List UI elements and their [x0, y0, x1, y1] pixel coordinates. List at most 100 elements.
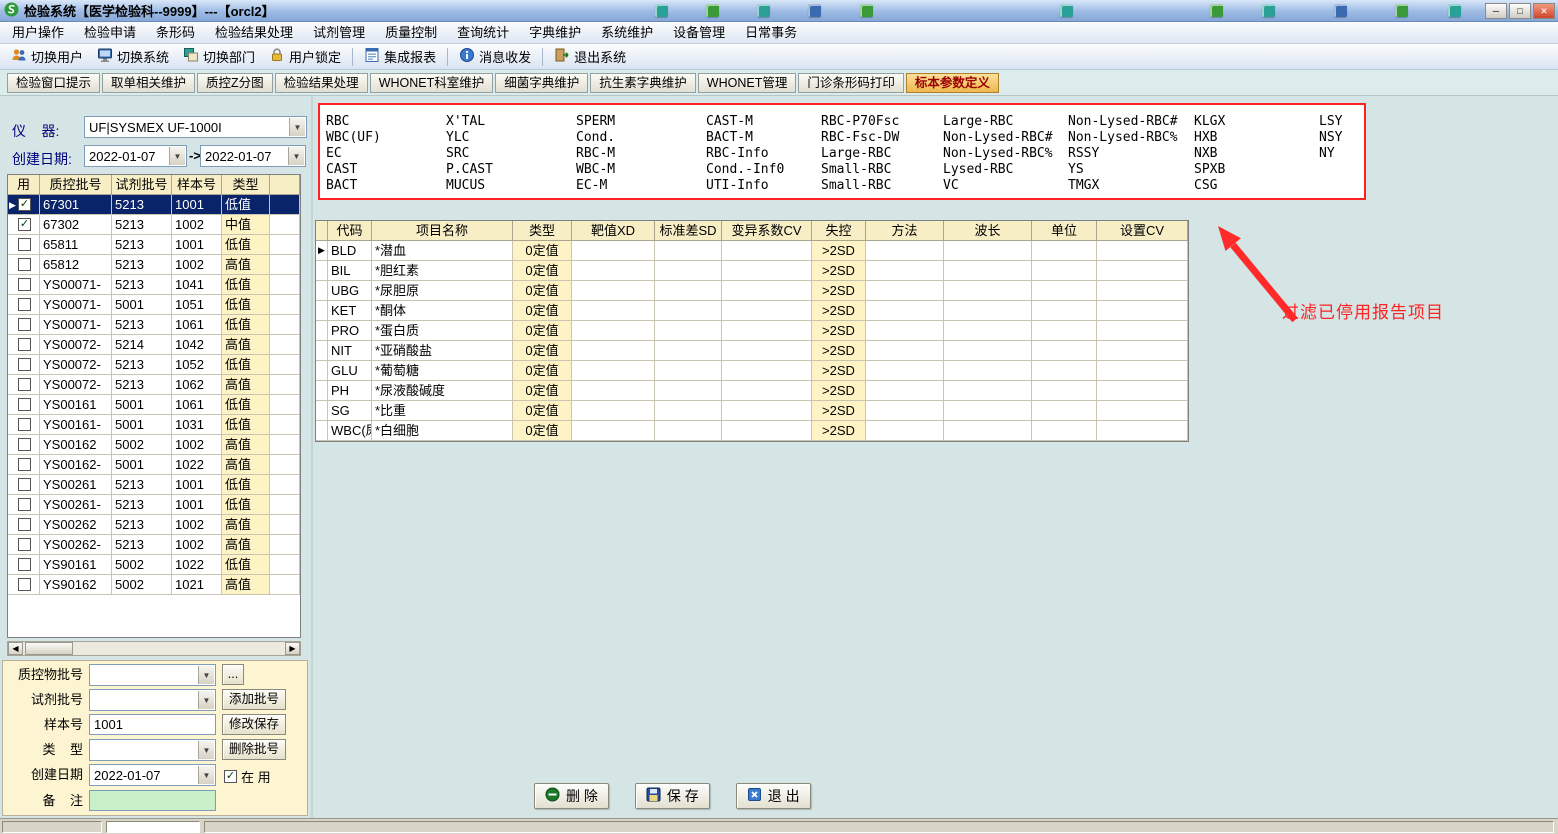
table-row[interactable]: YS00072- 5213 1062 高值	[8, 375, 300, 395]
toolbar-button[interactable]: 消息收发	[452, 46, 538, 68]
table-row[interactable]: YS00162 5002 1002 高值	[8, 435, 300, 455]
close-button[interactable]: ✕	[1533, 3, 1555, 19]
toolbar-button[interactable]: 切换用户	[4, 46, 90, 68]
use-checkbox[interactable]	[18, 318, 31, 331]
use-checkbox[interactable]: ✓	[18, 198, 31, 211]
tab-active[interactable]: 标本参数定义	[905, 72, 999, 93]
use-checkbox[interactable]	[18, 298, 31, 311]
table-row[interactable]: YS00161 5001 1061 低值	[8, 395, 300, 415]
use-checkbox[interactable]	[18, 238, 31, 251]
menu-item[interactable]: 检验结果处理	[205, 22, 303, 43]
table-row[interactable]: YS00071- 5213 1061 低值	[8, 315, 300, 335]
use-checkbox[interactable]	[18, 558, 31, 571]
chevron-down-icon[interactable]: ▼	[169, 147, 185, 165]
table-row[interactable]: YS00071- 5213 1041 低值	[8, 275, 300, 295]
menu-item[interactable]: 系统维护	[591, 22, 663, 43]
menu-item[interactable]: 查询统计	[447, 22, 519, 43]
use-checkbox[interactable]	[18, 578, 31, 591]
table-row[interactable]: YS00162- 5001 1022 高值	[8, 455, 300, 475]
date-to-select[interactable]: 2022-01-07 ▼	[200, 145, 306, 167]
toolbar-button[interactable]: 用户锁定	[262, 46, 348, 68]
qc-table-hscrollbar[interactable]: ◀ ▶	[7, 641, 301, 656]
table-row[interactable]: ▶ ✓ 67301 5213 1001 低值	[8, 195, 300, 215]
table-row[interactable]: YS00071- 5001 1051 低值	[8, 295, 300, 315]
delete-button[interactable]: 删 除	[534, 783, 609, 809]
table-row[interactable]: YS00261- 5213 1001 低值	[8, 495, 300, 515]
use-checkbox[interactable]	[18, 478, 31, 491]
chevron-down-icon[interactable]: ▼	[198, 691, 214, 709]
tab-item[interactable]: WHONET管理	[697, 72, 797, 93]
menu-item[interactable]: 设备管理	[663, 22, 735, 43]
add-batch-button[interactable]: 添加批号	[222, 689, 286, 710]
tab-item[interactable]: 检验结果处理	[274, 72, 368, 93]
maximize-button[interactable]: □	[1509, 3, 1531, 19]
grid-row[interactable]: ▶ BLD *潜血 0定值 >2SD	[316, 241, 1188, 261]
use-checkbox[interactable]	[18, 278, 31, 291]
qc-lot-select[interactable]: ▼	[89, 664, 216, 686]
menu-item[interactable]: 用户操作	[2, 22, 74, 43]
menu-item[interactable]: 检验申请	[74, 22, 146, 43]
scrollbar-thumb[interactable]	[25, 642, 73, 655]
table-row[interactable]: 65811 5213 1001 低值	[8, 235, 300, 255]
grid-row[interactable]: BIL *胆红素 0定值 >2SD	[316, 261, 1188, 281]
grid-row[interactable]: GLU *葡萄糖 0定值 >2SD	[316, 361, 1188, 381]
tab-item[interactable]: 抗生素字典维护	[590, 72, 696, 93]
grid-row[interactable]: WBC(尿*白细胞0定值 >2SD	[316, 421, 1188, 441]
table-row[interactable]: ✓ 67302 5213 1002 中值	[8, 215, 300, 235]
use-checkbox[interactable]	[18, 358, 31, 371]
use-checkbox[interactable]	[18, 338, 31, 351]
tab-item[interactable]: 取单相关维护	[102, 72, 196, 93]
reagent-lot-select[interactable]: ▼	[89, 689, 216, 711]
use-checkbox[interactable]	[18, 498, 31, 511]
use-checkbox[interactable]	[18, 438, 31, 451]
exit-button[interactable]: 退 出	[735, 783, 811, 809]
delete-batch-button[interactable]: 删除批号	[222, 739, 286, 760]
table-row[interactable]: YS00262 5213 1002 高值	[8, 515, 300, 535]
modify-save-button[interactable]: 修改保存	[222, 714, 286, 735]
chevron-down-icon[interactable]: ▼	[198, 741, 214, 759]
date-from-select[interactable]: 2022-01-07 ▼	[84, 145, 187, 167]
menu-item[interactable]: 质量控制	[375, 22, 447, 43]
table-row[interactable]: YS00262- 5213 1002 高值	[8, 535, 300, 555]
use-checkbox[interactable]	[18, 518, 31, 531]
in-use-checkbox[interactable]: ✓	[224, 770, 237, 783]
scrollbar-track[interactable]	[23, 642, 285, 655]
menu-item[interactable]: 条形码	[146, 22, 205, 43]
grid-row[interactable]: NIT *亚硝酸盐 0定值 >2SD	[316, 341, 1188, 361]
toolbar-button[interactable]: 集成报表	[357, 46, 443, 68]
type-select[interactable]: ▼	[89, 739, 216, 761]
use-checkbox[interactable]	[18, 538, 31, 551]
chevron-down-icon[interactable]: ▼	[289, 118, 305, 136]
menu-item[interactable]: 日常事务	[735, 22, 807, 43]
tab-item[interactable]: 门诊条形码打印	[798, 72, 904, 93]
grid-row[interactable]: KET *酮体 0定值 >2SD	[316, 301, 1188, 321]
toolbar-button[interactable]: 切换部门	[176, 46, 262, 68]
table-row[interactable]: YS00261 5213 1001 低值	[8, 475, 300, 495]
table-row[interactable]: YS90161 5002 1022 低值	[8, 555, 300, 575]
scroll-left-icon[interactable]: ◀	[8, 642, 23, 655]
chevron-down-icon[interactable]: ▼	[198, 666, 214, 684]
use-checkbox[interactable]	[18, 398, 31, 411]
in-use-checkbox-group[interactable]: ✓ 在 用	[224, 767, 271, 786]
tab-item[interactable]: WHONET科室维护	[369, 72, 494, 93]
scroll-right-icon[interactable]: ▶	[285, 642, 300, 655]
menu-item[interactable]: 试剂管理	[303, 22, 375, 43]
save-button[interactable]: 保 存	[634, 783, 710, 809]
menu-item[interactable]: 字典维护	[519, 22, 591, 43]
use-checkbox[interactable]	[18, 458, 31, 471]
tab-item[interactable]: 细菌字典维护	[495, 72, 589, 93]
use-checkbox[interactable]: ✓	[18, 218, 31, 231]
table-row[interactable]: 65812 5213 1002 高值	[8, 255, 300, 275]
use-checkbox[interactable]	[18, 258, 31, 271]
minimize-button[interactable]: ─	[1485, 3, 1507, 19]
table-row[interactable]: YS00072- 5213 1052 低值	[8, 355, 300, 375]
grid-row[interactable]: SG *比重 0定值 >2SD	[316, 401, 1188, 421]
form-create-date-select[interactable]: 2022-01-07 ▼	[89, 764, 216, 786]
sample-no-input[interactable]: 1001	[89, 714, 216, 735]
browse-button[interactable]: ...	[222, 664, 244, 685]
tab-item[interactable]: 质控Z分图	[197, 72, 273, 93]
chevron-down-icon[interactable]: ▼	[198, 766, 214, 784]
use-checkbox[interactable]	[18, 418, 31, 431]
use-checkbox[interactable]	[18, 378, 31, 391]
table-row[interactable]: YS00161- 5001 1031 低值	[8, 415, 300, 435]
